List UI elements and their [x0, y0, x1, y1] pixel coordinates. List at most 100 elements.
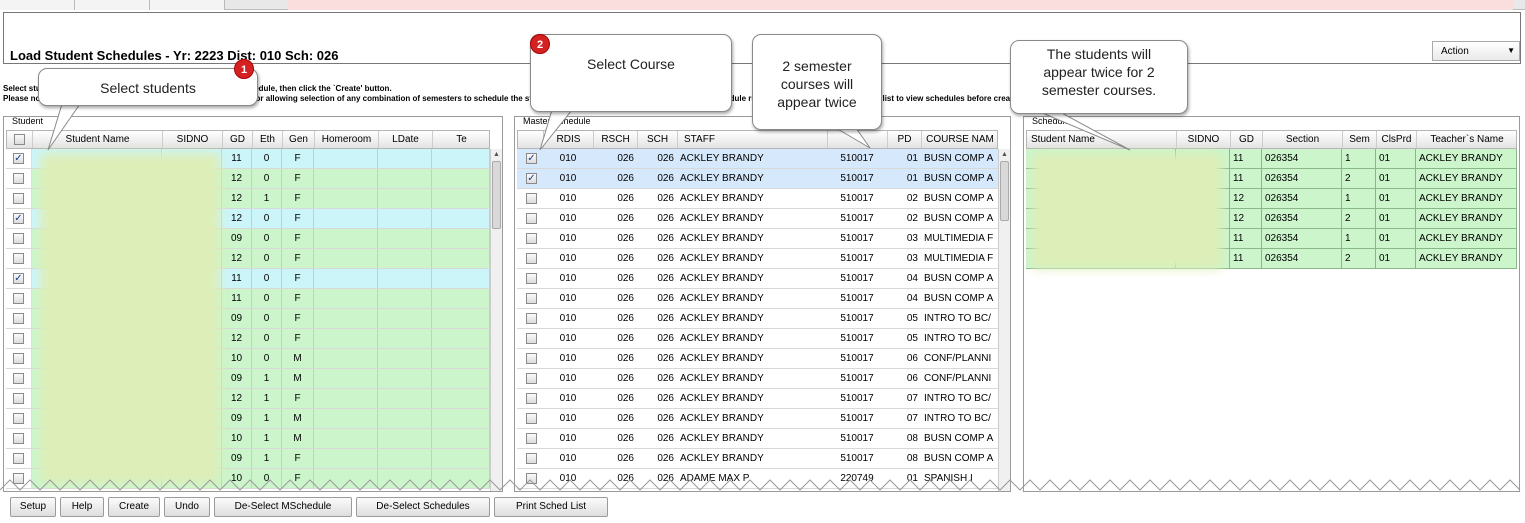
row-checkbox-cell[interactable]	[6, 369, 32, 388]
help-button[interactable]: Help	[60, 497, 104, 517]
master-row[interactable]: 010 026 026 ACKLEY BRANDY 510017 08 BUSN COMP …	[517, 429, 998, 449]
col-gd[interactable]: GD	[223, 131, 253, 148]
row-checkbox[interactable]	[13, 413, 24, 424]
master-row[interactable]: 010 026 026 ACKLEY BRANDY 510017 03 MULTIMEDIA…	[517, 229, 998, 249]
col-rsch[interactable]: RSCH	[594, 131, 638, 148]
col-sched-teacher[interactable]: Teacher`s Name	[1417, 131, 1516, 148]
col-sched-student-name[interactable]: Student Name	[1027, 131, 1177, 148]
row-checkbox[interactable]	[526, 313, 537, 324]
row-checkbox[interactable]	[526, 333, 537, 344]
row-checkbox[interactable]	[526, 253, 537, 264]
master-row[interactable]: 010 026 026 ACKLEY BRANDY 510017 02 BUSN COMP …	[517, 209, 998, 229]
row-checkbox-cell[interactable]	[6, 289, 32, 308]
row-checkbox-cell[interactable]	[6, 429, 32, 448]
student-scrollbar[interactable]: ▲	[490, 149, 502, 491]
row-checkbox[interactable]	[13, 253, 24, 264]
row-checkbox[interactable]	[13, 333, 24, 344]
row-checkbox[interactable]	[13, 453, 24, 464]
row-checkbox[interactable]	[526, 273, 537, 284]
row-checkbox-cell[interactable]	[517, 349, 543, 368]
master-row[interactable]: 010 026 026 ACKLEY BRANDY 510017 07 INTRO TO B…	[517, 389, 998, 409]
col-sched-sidno[interactable]: SIDNO	[1177, 131, 1231, 148]
master-select-all-cell[interactable]	[518, 131, 544, 148]
row-checkbox[interactable]	[13, 233, 24, 244]
master-row[interactable]: 010 026 026 ACKLEY BRANDY 510017 05 INTRO TO B…	[517, 329, 998, 349]
row-checkbox-cell[interactable]	[517, 189, 543, 208]
row-checkbox[interactable]	[13, 353, 24, 364]
col-teacher[interactable]: Te	[433, 131, 489, 148]
row-checkbox-cell[interactable]	[517, 449, 543, 468]
row-checkbox-cell[interactable]	[6, 229, 32, 248]
col-gen[interactable]: Gen	[283, 131, 315, 148]
row-checkbox-cell[interactable]	[6, 189, 32, 208]
row-checkbox[interactable]	[13, 173, 24, 184]
row-checkbox-cell[interactable]	[517, 329, 543, 348]
row-checkbox-cell[interactable]	[6, 169, 32, 188]
row-checkbox-cell[interactable]	[517, 409, 543, 428]
select-all-cell[interactable]	[7, 131, 33, 148]
master-row[interactable]: 010 026 026 ACKLEY BRANDY 510017 03 MULTIMEDIA…	[517, 249, 998, 269]
row-checkbox-cell[interactable]	[6, 409, 32, 428]
master-row[interactable]: 010 026 026 ACKLEY BRANDY 510017 07 INTRO TO B…	[517, 409, 998, 429]
row-checkbox-cell[interactable]: ✓	[517, 169, 543, 188]
col-sched-gd[interactable]: GD	[1231, 131, 1263, 148]
row-checkbox[interactable]	[13, 433, 24, 444]
row-checkbox[interactable]: ✓	[526, 173, 537, 184]
scroll-up-icon[interactable]: ▲	[1000, 150, 1009, 159]
master-scrollbar[interactable]: ▲	[998, 149, 1010, 491]
master-row[interactable]: 010 026 026 ACKLEY BRANDY 510017 04 BUSN COMP …	[517, 269, 998, 289]
row-checkbox-cell[interactable]	[517, 249, 543, 268]
row-checkbox-cell[interactable]	[6, 449, 32, 468]
row-checkbox-cell[interactable]	[6, 249, 32, 268]
row-checkbox-cell[interactable]	[517, 289, 543, 308]
print-sched-list-button[interactable]: Print Sched List	[494, 497, 608, 517]
row-checkbox[interactable]	[13, 393, 24, 404]
col-sch[interactable]: SCH	[638, 131, 678, 148]
row-checkbox[interactable]	[13, 193, 24, 204]
col-staff[interactable]: STAFF	[678, 131, 828, 148]
master-row[interactable]: 010 026 026 ACKLEY BRANDY 510017 04 BUSN COMP …	[517, 289, 998, 309]
master-row[interactable]: 010 026 026 ACKLEY BRANDY 510017 02 BUSN COMP …	[517, 189, 998, 209]
undo-button[interactable]: Undo	[164, 497, 210, 517]
create-button[interactable]: Create	[108, 497, 160, 517]
col-eth[interactable]: Eth	[253, 131, 283, 148]
deselect-mschedule-button[interactable]: De-Select MSchedule	[214, 497, 352, 517]
row-checkbox[interactable]	[526, 453, 537, 464]
row-checkbox-cell[interactable]	[6, 349, 32, 368]
row-checkbox-cell[interactable]	[6, 389, 32, 408]
select-all-checkbox[interactable]	[14, 134, 25, 145]
row-checkbox[interactable]	[13, 293, 24, 304]
row-checkbox[interactable]	[526, 233, 537, 244]
master-row[interactable]: 010 026 026 ACKLEY BRANDY 510017 08 BUSN COMP …	[517, 449, 998, 469]
deselect-schedules-button[interactable]: De-Select Schedules	[356, 497, 490, 517]
master-row[interactable]: 010 026 026 ACKLEY BRANDY 510017 05 INTRO TO B…	[517, 309, 998, 329]
row-checkbox[interactable]	[526, 193, 537, 204]
row-checkbox-cell[interactable]	[517, 309, 543, 328]
master-row[interactable]: ✓ 010 026 026 ACKLEY BRANDY 510017 01 BUSN COMP…	[517, 169, 998, 189]
row-checkbox-cell[interactable]: ✓	[6, 209, 32, 228]
row-checkbox[interactable]: ✓	[526, 153, 537, 164]
row-checkbox-cell[interactable]	[517, 429, 543, 448]
row-checkbox[interactable]: ✓	[13, 153, 24, 164]
row-checkbox[interactable]	[526, 373, 537, 384]
scroll-up-icon[interactable]: ▲	[492, 150, 501, 159]
scroll-thumb[interactable]	[492, 161, 501, 229]
row-checkbox[interactable]	[526, 293, 537, 304]
action-dropdown[interactable]: Action ▼	[1432, 41, 1520, 61]
row-checkbox-cell[interactable]	[6, 329, 32, 348]
row-checkbox-cell[interactable]	[517, 369, 543, 388]
tab-3[interactable]	[150, 0, 225, 10]
master-row[interactable]: 010 026 026 ACKLEY BRANDY 510017 06 CONF/PLANN…	[517, 369, 998, 389]
row-checkbox-cell[interactable]	[517, 269, 543, 288]
row-checkbox[interactable]: ✓	[13, 273, 24, 284]
row-checkbox[interactable]	[526, 213, 537, 224]
col-sched-section[interactable]: Section	[1263, 131, 1343, 148]
row-checkbox-cell[interactable]	[517, 229, 543, 248]
row-checkbox-cell[interactable]: ✓	[6, 269, 32, 288]
col-sidno[interactable]: SIDNO	[163, 131, 223, 148]
row-checkbox[interactable]	[13, 313, 24, 324]
col-ldate[interactable]: LDate	[379, 131, 433, 148]
row-checkbox[interactable]	[526, 433, 537, 444]
col-sched-clsprd[interactable]: ClsPrd	[1377, 131, 1417, 148]
row-checkbox-cell[interactable]: ✓	[517, 149, 543, 168]
